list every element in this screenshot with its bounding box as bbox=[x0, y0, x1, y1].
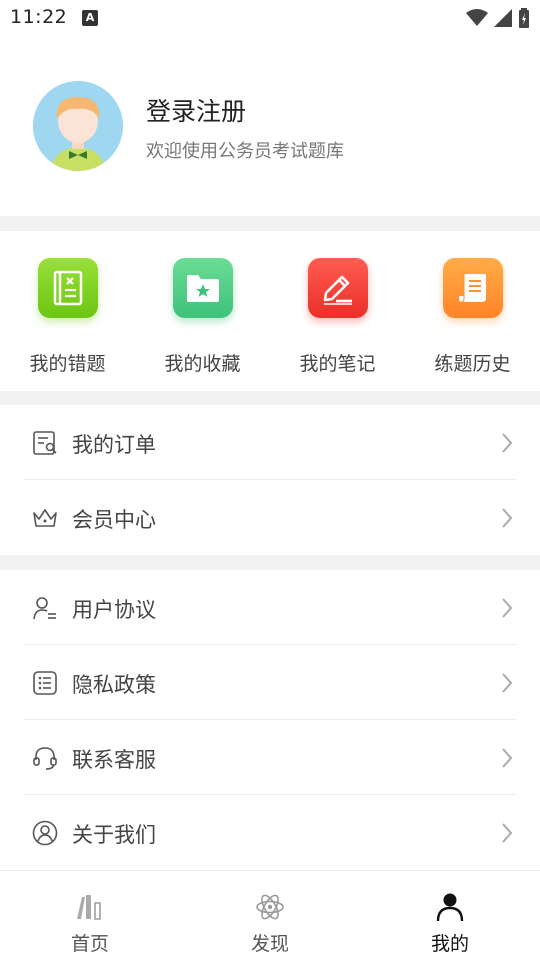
section-divider bbox=[0, 555, 540, 570]
nav-item-mine[interactable]: 我的 bbox=[360, 871, 540, 960]
quick-action-notes[interactable]: 我的笔记 bbox=[270, 231, 405, 391]
status-bar: 11:22 A bbox=[0, 0, 540, 36]
crown-icon bbox=[33, 509, 57, 527]
quick-action-wrong-questions[interactable]: 我的错题 bbox=[0, 231, 135, 391]
quick-action-label: 练题历史 bbox=[434, 353, 511, 375]
history-scroll-icon bbox=[442, 258, 503, 318]
menu-item-privacy-policy[interactable]: 隐私政策 bbox=[24, 645, 516, 720]
menu-item-label: 会员中心 bbox=[72, 508, 156, 532]
chevron-right-icon bbox=[502, 673, 513, 693]
nav-label: 首页 bbox=[70, 933, 109, 955]
section-divider bbox=[0, 216, 540, 231]
about-user-icon bbox=[32, 820, 58, 846]
nav-item-discover[interactable]: 发现 bbox=[180, 871, 360, 960]
menu-item-label: 关于我们 bbox=[72, 823, 156, 847]
chevron-right-icon bbox=[502, 433, 513, 453]
notification-a-icon: A bbox=[82, 10, 98, 26]
favorites-folder-icon bbox=[172, 258, 233, 318]
chevron-right-icon bbox=[502, 823, 513, 843]
battery-icon bbox=[519, 8, 529, 28]
notes-pen-icon bbox=[307, 258, 368, 318]
nav-label: 我的 bbox=[430, 933, 469, 955]
avatar[interactable] bbox=[33, 81, 123, 171]
menu-item-label: 用户协议 bbox=[72, 598, 156, 622]
quick-action-label: 我的笔记 bbox=[299, 353, 376, 375]
menu-group-orders: 我的订单 会员中心 bbox=[0, 405, 540, 555]
menu-item-label: 我的订单 bbox=[72, 433, 156, 457]
menu-item-vip-center[interactable]: 会员中心 bbox=[24, 480, 516, 555]
books-icon bbox=[77, 895, 101, 920]
menu-item-customer-service[interactable]: 联系客服 bbox=[24, 720, 516, 795]
quick-action-label: 我的错题 bbox=[29, 353, 106, 375]
person-icon bbox=[436, 893, 464, 922]
user-agreement-icon bbox=[33, 597, 56, 620]
menu-item-about-us[interactable]: 关于我们 bbox=[24, 795, 516, 870]
wrong-questions-icon bbox=[37, 258, 98, 318]
status-time: 11:22 bbox=[10, 6, 68, 28]
privacy-list-icon bbox=[33, 671, 57, 695]
quick-action-label: 我的收藏 bbox=[164, 353, 241, 375]
nav-label: 发现 bbox=[250, 933, 289, 955]
signal-icon bbox=[494, 9, 512, 27]
wifi-icon bbox=[466, 9, 488, 26]
order-icon bbox=[33, 431, 57, 455]
status-icons bbox=[466, 8, 530, 28]
chevron-right-icon bbox=[502, 508, 513, 528]
welcome-subtitle: 欢迎使用公务员考试题库 bbox=[146, 141, 344, 162]
menu-item-user-agreement[interactable]: 用户协议 bbox=[24, 570, 516, 645]
menu-item-label: 联系客服 bbox=[72, 748, 156, 772]
atom-icon bbox=[256, 894, 284, 920]
quick-action-favorites[interactable]: 我的收藏 bbox=[135, 231, 270, 391]
nav-item-home[interactable]: 首页 bbox=[0, 871, 180, 960]
profile-header[interactable]: 登录注册 欢迎使用公务员考试题库 bbox=[0, 36, 540, 216]
menu-group-info: 用户协议 隐私政策 联系客服 关于我们 bbox=[0, 570, 540, 870]
headset-icon bbox=[33, 747, 57, 770]
quick-action-history[interactable]: 练题历史 bbox=[405, 231, 540, 391]
section-divider bbox=[0, 391, 540, 405]
menu-item-my-orders[interactable]: 我的订单 bbox=[24, 405, 516, 480]
menu-item-label: 隐私政策 bbox=[72, 673, 156, 697]
chevron-right-icon bbox=[502, 748, 513, 768]
bottom-nav: 首页 发现 我的 bbox=[0, 870, 540, 960]
chevron-right-icon bbox=[502, 598, 513, 618]
quick-actions: 我的错题 我的收藏 我的笔记 练题历史 bbox=[0, 231, 540, 391]
login-register-title[interactable]: 登录注册 bbox=[146, 92, 246, 128]
